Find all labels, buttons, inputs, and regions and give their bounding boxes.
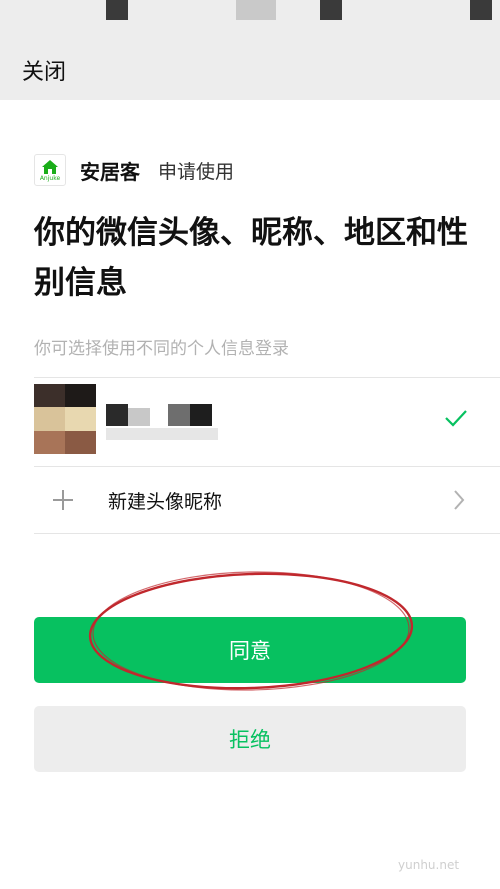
status-blur-block [320, 0, 342, 20]
app-request-text: 申请使用 [158, 160, 235, 183]
page-subtitle: 你可选择使用不同的个人信息登录 [34, 339, 289, 359]
logo-text: Anjuke [39, 174, 61, 182]
nickname-blurred [106, 404, 218, 440]
header-bar: 关闭 [0, 22, 500, 100]
profile-option-current[interactable] [34, 378, 500, 466]
avatar [34, 384, 96, 454]
check-icon [445, 410, 467, 427]
app-name: 安居客 [80, 159, 140, 184]
agree-button[interactable]: 同意 [34, 617, 466, 683]
divider [34, 533, 500, 534]
status-blur-block [236, 0, 276, 20]
watermark: yunhu.net [398, 858, 460, 872]
house-icon [42, 159, 58, 174]
plus-icon [53, 490, 73, 510]
authorization-page: 关闭 Anjuke 安居客 申请使用 你的微信头像、昵称、地区和性别信息 你可选… [0, 0, 500, 889]
new-profile-label: 新建头像昵称 [108, 491, 223, 513]
chevron-right-icon [454, 490, 465, 510]
status-blur-block [106, 0, 128, 20]
app-info: Anjuke 安居客 申请使用 [34, 152, 234, 188]
status-bar [0, 0, 500, 22]
close-button[interactable]: 关闭 [22, 54, 66, 86]
new-profile-option[interactable]: 新建头像昵称 [34, 467, 500, 533]
status-blur-block [470, 0, 492, 20]
anjuke-logo: Anjuke [34, 154, 66, 186]
reject-button[interactable]: 拒绝 [34, 706, 466, 772]
page-title: 你的微信头像、昵称、地区和性别信息 [34, 215, 468, 301]
